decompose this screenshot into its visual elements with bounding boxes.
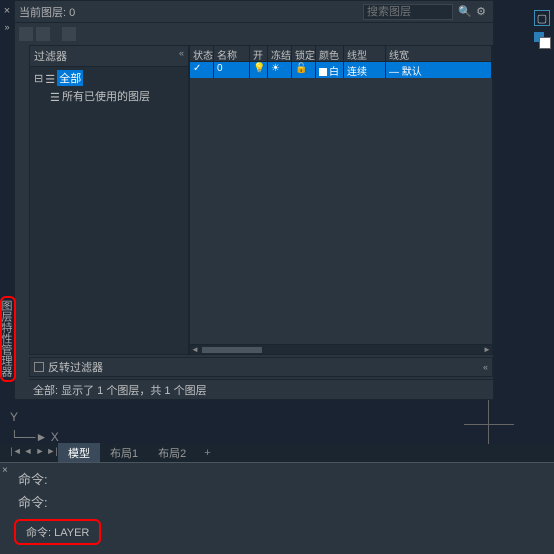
col-on[interactable]: 开 bbox=[250, 46, 268, 61]
filter-collapse-button[interactable]: « bbox=[179, 48, 184, 64]
filter-icon: ☰ bbox=[50, 91, 60, 101]
horizontal-scrollbar[interactable]: ◄ ► bbox=[190, 344, 492, 354]
col-lw[interactable]: 线宽 bbox=[386, 46, 492, 61]
crosshair-cursor bbox=[474, 410, 504, 440]
tree-root-label: 全部 bbox=[57, 70, 83, 86]
col-ltype[interactable]: 线型 bbox=[344, 46, 386, 61]
ucs-y-label: Y bbox=[10, 410, 59, 424]
status-bar: 全部: 显示了 1 个图层，共 1 个图层 bbox=[29, 379, 493, 397]
cell-name: 0 bbox=[214, 62, 250, 78]
scroll-thumb[interactable] bbox=[202, 347, 262, 353]
search-icon[interactable]: 🔍 bbox=[458, 5, 472, 19]
unlock-icon[interactable]: 🔓 bbox=[292, 62, 316, 78]
tab-layout1[interactable]: 布局1 bbox=[100, 443, 148, 463]
tree-child-item[interactable]: ☰ 所有已使用的图层 bbox=[34, 87, 184, 105]
tree-child-label: 所有已使用的图层 bbox=[62, 88, 150, 104]
palette-icon-1[interactable]: ▢ bbox=[534, 10, 550, 26]
tab-add-button[interactable]: + bbox=[196, 445, 218, 461]
settings-icon[interactable]: ⚙ bbox=[474, 5, 488, 19]
col-freeze[interactable]: 冻结 bbox=[268, 46, 292, 61]
panel-collapse-button[interactable]: » bbox=[0, 22, 14, 32]
cell-ltype[interactable]: 连续 bbox=[344, 62, 386, 78]
new-layer-icon[interactable] bbox=[19, 27, 33, 41]
panel-close-button[interactable]: × bbox=[0, 0, 14, 22]
scroll-right-icon[interactable]: ► bbox=[482, 345, 492, 354]
palette-icon-2[interactable] bbox=[534, 32, 550, 48]
scroll-left-icon[interactable]: ◄ bbox=[190, 345, 200, 354]
titlebar: 当前图层: 0 🔍 ⚙ bbox=[15, 1, 493, 23]
ucs-indicator: Y └──► X bbox=[10, 410, 59, 444]
tab-nav-next-icon[interactable]: ► bbox=[34, 446, 46, 460]
tab-nav-first-icon[interactable]: |◄ bbox=[10, 446, 22, 460]
list-empty-area bbox=[190, 78, 492, 344]
new-filter-icon[interactable] bbox=[36, 27, 50, 41]
cell-lw[interactable]: — 默认 bbox=[386, 62, 492, 78]
current-layer-label: 当前图层: 0 bbox=[19, 4, 363, 20]
layer-row-0[interactable]: ✓ 0 💡 ☀ 🔓 白 连续 — 默认 bbox=[190, 62, 492, 78]
cmd-layer-text: 命令: LAYER bbox=[26, 527, 89, 539]
highlight-annotation-1 bbox=[0, 296, 16, 382]
list-header: 状态 名称 开 冻结 锁定 颜色 线型 线宽 bbox=[190, 46, 492, 62]
filter-tree: ⊟ ☰ 全部 ☰ 所有已使用的图层 bbox=[30, 67, 188, 354]
tab-model[interactable]: 模型 bbox=[58, 443, 100, 463]
layer-manager-panel: 当前图层: 0 🔍 ⚙ 过滤器 « ⊟ ☰ 全部 ☰ 所有已使用的 bbox=[14, 0, 494, 400]
tree-root-item[interactable]: ⊟ ☰ 全部 bbox=[34, 69, 184, 87]
cmd-history-2: 命令: bbox=[8, 490, 546, 513]
col-status[interactable]: 状态 bbox=[190, 46, 214, 61]
toolbar bbox=[15, 23, 493, 45]
filter-pane: 过滤器 « ⊟ ☰ 全部 ☰ 所有已使用的图层 bbox=[29, 45, 189, 355]
right-palette-strip: ▢ bbox=[534, 10, 550, 48]
tab-nav-last-icon[interactable]: ►| bbox=[46, 446, 58, 460]
layout-tabbar: |◄ ◄ ► ►| 模型 布局1 布局2 + bbox=[0, 444, 554, 462]
sun-icon[interactable]: ☀ bbox=[268, 62, 292, 78]
cell-color[interactable]: 白 bbox=[316, 62, 344, 78]
invert-filter-row: 反转过滤器 « bbox=[29, 357, 493, 377]
cmd-history-1: 命令: bbox=[8, 467, 546, 490]
layer-list-pane: 状态 名称 开 冻结 锁定 颜色 线型 线宽 ✓ 0 💡 ☀ 🔓 白 连续 — … bbox=[189, 45, 493, 355]
color-swatch-white bbox=[319, 68, 327, 76]
filter-header: 过滤器 « bbox=[30, 46, 188, 67]
layers-icon: ☰ bbox=[45, 73, 55, 83]
col-color[interactable]: 颜色 bbox=[316, 46, 344, 61]
status-icon: ✓ bbox=[190, 62, 214, 78]
tab-layout2[interactable]: 布局2 bbox=[148, 443, 196, 463]
cmd-close-icon[interactable]: × bbox=[2, 465, 8, 476]
search-layer-input[interactable] bbox=[363, 4, 453, 20]
status-text: 全部: 显示了 1 个图层，共 1 个图层 bbox=[33, 385, 207, 397]
command-line-area[interactable]: × 命令: 命令: 命令: LAYER bbox=[0, 462, 554, 554]
invert-label: 反转过滤器 bbox=[48, 359, 103, 375]
invert-collapse-button[interactable]: « bbox=[483, 362, 488, 372]
ucs-x-label: X bbox=[51, 430, 59, 444]
highlight-annotation-2: 命令: LAYER bbox=[14, 519, 101, 545]
tab-nav-prev-icon[interactable]: ◄ bbox=[22, 446, 34, 460]
col-lock[interactable]: 锁定 bbox=[292, 46, 316, 61]
invert-checkbox[interactable] bbox=[34, 362, 44, 372]
expand-icon[interactable]: ⊟ bbox=[34, 72, 43, 85]
filter-header-label: 过滤器 bbox=[34, 48, 67, 64]
bulb-on-icon[interactable]: 💡 bbox=[250, 62, 268, 78]
col-name[interactable]: 名称 bbox=[214, 46, 250, 61]
delete-layer-icon[interactable] bbox=[62, 27, 76, 41]
main-area: 过滤器 « ⊟ ☰ 全部 ☰ 所有已使用的图层 状态 名称 开 冻结 bbox=[29, 45, 493, 355]
